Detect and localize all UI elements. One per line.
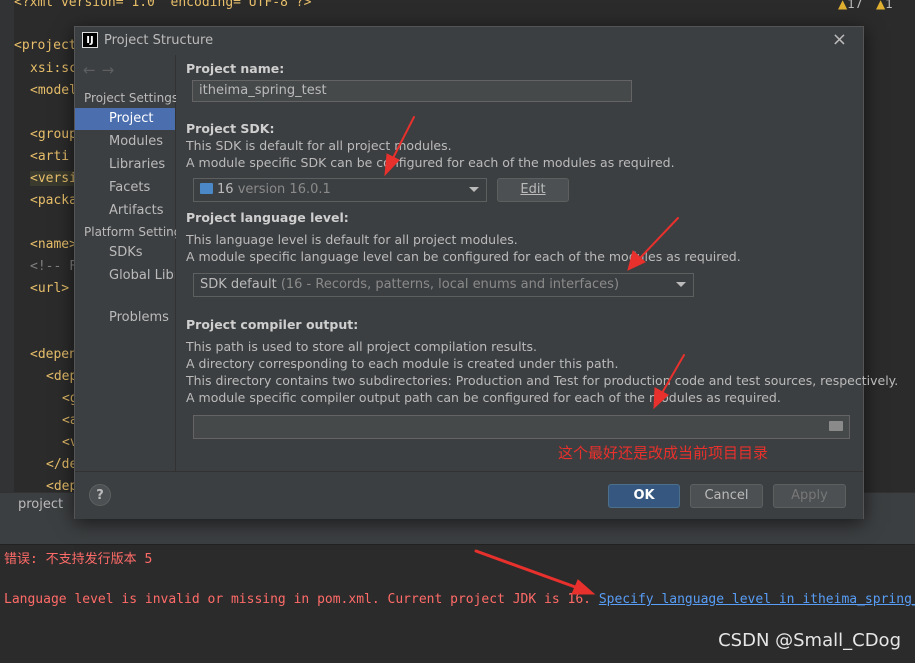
code-line: <versi: [30, 171, 77, 186]
console-error-line: 错误: 不支持发行版本 5: [4, 552, 153, 567]
help-button[interactable]: ?: [89, 484, 111, 506]
sidebar-item-sdks[interactable]: SDKs: [75, 242, 175, 264]
warnings-indicator[interactable]: ▲17: [838, 0, 863, 11]
code-line: <group: [30, 127, 77, 142]
sidebar-item-modules[interactable]: Modules: [75, 131, 175, 153]
code-line: <model: [30, 83, 77, 98]
compiler-output-label: Project compiler output:: [186, 317, 359, 332]
project-settings-panel: Project name: itheima_spring_test Projec…: [176, 55, 898, 471]
watermark: CSDN @Small_CDog: [718, 630, 901, 651]
console-error-line: Language level is invalid or missing in …: [4, 592, 915, 607]
sidebar-item-global-libraries[interactable]: Global Libraries: [75, 265, 175, 287]
close-icon[interactable]: ×: [832, 29, 847, 50]
xml-declaration: <?xml version="1.0" encoding="UTF-8"?>: [14, 0, 312, 10]
project-sdk-description: A module specific SDK can be configured …: [186, 155, 675, 170]
sdk-folder-icon: [200, 183, 213, 194]
language-level-description: A module specific language level can be …: [186, 249, 741, 264]
project-sdk-select[interactable]: 16 version 16.0.1: [193, 178, 487, 202]
annotation-note: 这个最好还是改成当前项目目录: [558, 444, 769, 462]
project-sdk-label: Project SDK:: [186, 121, 275, 136]
sidebar-item-problems[interactable]: Problems: [75, 307, 175, 329]
compiler-output-description: This directory contains two subdirectori…: [186, 373, 899, 388]
sidebar-item-facets[interactable]: Facets: [75, 177, 175, 199]
settings-sidebar: ←→ Project Settings Project Modules Libr…: [75, 55, 179, 495]
project-sdk-description: This SDK is default for all project modu…: [186, 138, 452, 153]
folder-icon[interactable]: [829, 421, 843, 431]
compiler-output-description: This path is used to store all project c…: [186, 339, 537, 354]
specify-language-level-link[interactable]: Specify language level in itheima_spring…: [599, 592, 915, 607]
edit-sdk-button[interactable]: Edit: [497, 178, 569, 202]
breadcrumb[interactable]: project: [18, 497, 63, 512]
compiler-output-description: A module specific compiler output path c…: [186, 390, 781, 405]
project-name-input[interactable]: itheima_spring_test: [192, 80, 632, 102]
code-line: <depen: [30, 347, 77, 362]
dialog-title-bar[interactable]: IJ Project Structure ×: [75, 27, 863, 55]
ok-button[interactable]: OK: [608, 484, 680, 508]
sidebar-group-project-settings: Project Settings: [84, 91, 179, 105]
compiler-output-description: A directory corresponding to each module…: [186, 356, 619, 371]
compiler-output-path-input[interactable]: [193, 415, 850, 439]
code-line: </de: [46, 457, 78, 472]
sidebar-group-platform-settings: Platform Settings: [84, 225, 176, 239]
editor-gutter: [0, 0, 14, 492]
language-level-description: This language level is default for all p…: [186, 232, 518, 247]
intellij-icon: IJ: [82, 32, 98, 48]
weak-warnings-indicator[interactable]: ▲1: [876, 0, 893, 11]
code-line: <!-- F: [30, 259, 77, 274]
sidebar-item-artifacts[interactable]: Artifacts: [75, 200, 175, 222]
sidebar-item-project[interactable]: Project: [75, 108, 175, 130]
code-line: <packa: [30, 193, 77, 208]
sidebar-item-libraries[interactable]: Libraries: [75, 154, 175, 176]
code-line: <arti: [30, 149, 70, 164]
dialog-footer: ? OK Cancel Apply: [75, 471, 863, 519]
code-line: <url>: [30, 281, 70, 296]
language-level-select[interactable]: SDK default (16 - Records, patterns, loc…: [193, 273, 694, 297]
chevron-down-icon: [676, 282, 686, 287]
code-line: <name>: [30, 237, 77, 252]
project-name-label: Project name:: [186, 61, 285, 76]
language-level-label: Project language level:: [186, 210, 349, 225]
apply-button[interactable]: Apply: [773, 484, 846, 508]
chevron-down-icon: [469, 187, 479, 192]
code-line: xsi:sc: [30, 61, 77, 76]
code-line: <dep: [46, 369, 78, 384]
console-header: [0, 518, 915, 544]
back-forward-icons[interactable]: ←→: [83, 61, 120, 79]
code-line: <project: [14, 38, 77, 53]
dialog-title: Project Structure: [104, 33, 214, 48]
error-message: Language level is invalid or missing in …: [4, 592, 591, 607]
cancel-button[interactable]: Cancel: [690, 484, 763, 508]
